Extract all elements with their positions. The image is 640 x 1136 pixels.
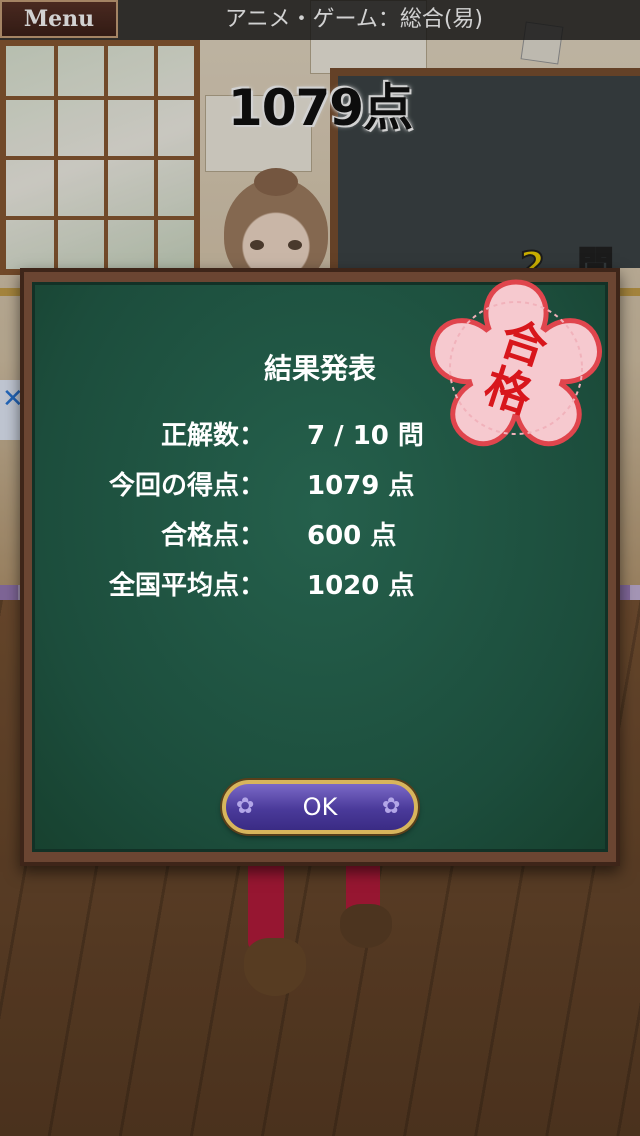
ok-button[interactable]: ✿ OK ✿ bbox=[222, 780, 418, 834]
stamp-char-2: 格 bbox=[478, 357, 539, 424]
pass-stamp: 合 格 bbox=[418, 276, 614, 458]
sakura-icon: ✿ bbox=[382, 794, 401, 819]
pass-score-value: 600 点 bbox=[307, 521, 397, 551]
correct-count-label: 正解数： bbox=[160, 421, 265, 451]
national-average-label: 全国平均点： bbox=[108, 571, 265, 601]
this-score-value: 1079 点 bbox=[307, 471, 415, 501]
sakura-icon: ✿ bbox=[236, 794, 255, 819]
national-average-value: 1020 点 bbox=[307, 571, 415, 601]
result-row-pass: 合格点： 600 点 bbox=[35, 515, 615, 555]
result-row-average: 全国平均点： 1020 点 bbox=[35, 565, 615, 605]
ok-button-label: OK bbox=[302, 793, 338, 821]
this-score-label: 今回の得点： bbox=[108, 471, 265, 501]
pass-score-label: 合格点： bbox=[160, 521, 265, 551]
result-row-score: 今回の得点： 1079 点 bbox=[35, 465, 615, 505]
